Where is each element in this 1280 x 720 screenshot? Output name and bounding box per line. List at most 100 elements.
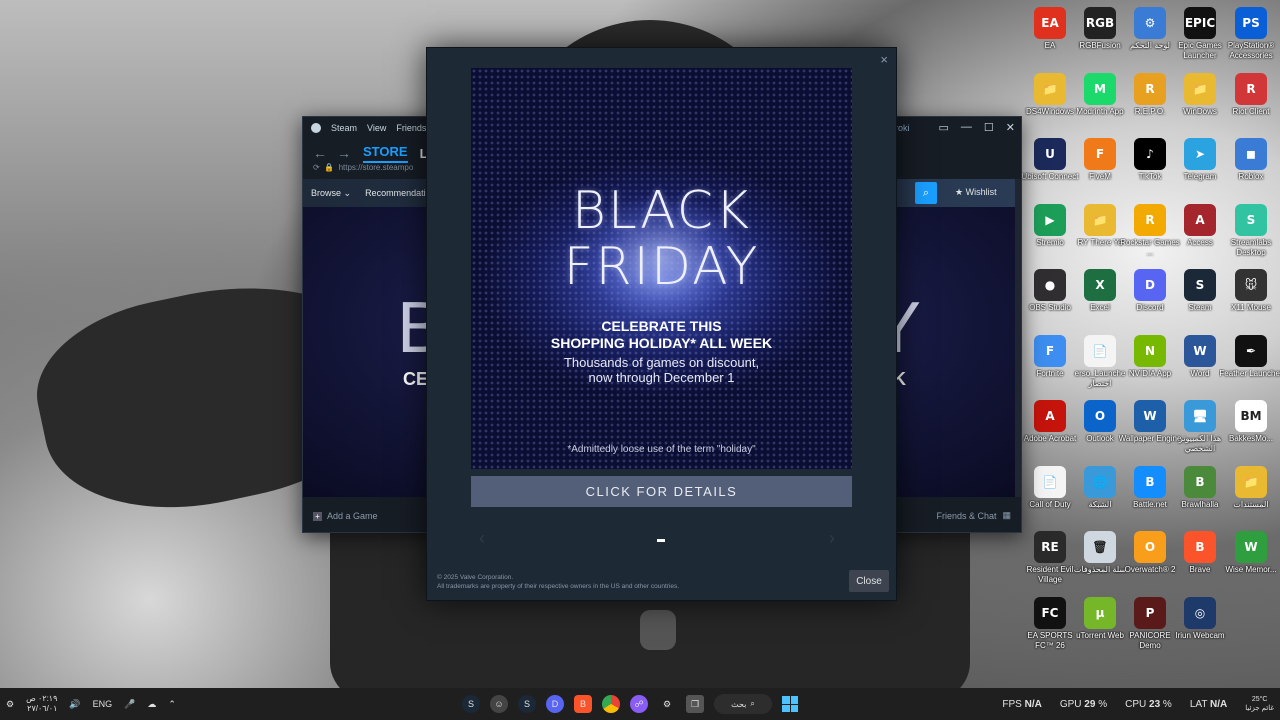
desktop-icon[interactable]: W Wise Memor... (1219, 526, 1280, 590)
copyright-notice: © 2025 Valve Corporation. All trademarks… (437, 573, 679, 591)
recommendations-menu[interactable]: Recommendatio (365, 188, 431, 198)
click-for-details-button[interactable]: CLICK FOR DETAILS (471, 476, 852, 507)
microphone-icon[interactable]: 🎤 (124, 699, 135, 710)
app-icon: F (1084, 138, 1116, 170)
app-icon: S (1184, 269, 1216, 301)
cpu-stat: CPU 23 % (1125, 699, 1172, 710)
app-icon: ➤ (1184, 138, 1216, 170)
desktop-icon-grid: EA EA RGB RGBFusion ⚙ لوحة التحكم EPIC Epic Gam… (1020, 0, 1280, 688)
steam-alt-taskbar-icon[interactable]: S (518, 695, 536, 713)
chrome-taskbar-icon[interactable] (602, 695, 620, 713)
brave-taskbar-icon[interactable]: B (574, 695, 592, 713)
gpu-unit: % (1098, 698, 1108, 710)
app-icon: W (1184, 334, 1216, 367)
app-icon: ♪ (1134, 138, 1166, 170)
reload-icon[interactable]: ⟳ (313, 163, 320, 172)
forward-arrow-icon[interactable]: → (337, 145, 351, 161)
discord-taskbar-icon[interactable]: D (546, 695, 564, 713)
settings-icon[interactable]: ⚙ (6, 699, 14, 710)
taskbar: ⚙ ٠٢:١٩ ص ٢٧/٠٦/٠١ 🔊 ENG 🎤 ☁ ⌃ S ☺ S D B… (0, 688, 1280, 720)
screen-icon[interactable]: ▭ (939, 121, 949, 134)
carousel-indicator[interactable] (657, 539, 665, 542)
close-window-button[interactable]: ✕ (1006, 121, 1015, 134)
desktop-icon[interactable]: ◼ Roblox (1219, 133, 1280, 197)
app-icon: EPIC (1184, 7, 1216, 39)
carousel-prev-arrow-icon[interactable]: ‹ (479, 528, 485, 549)
app-icon: 📄 (1084, 334, 1116, 367)
wishlist-button[interactable]: ★ Wishlist (955, 187, 997, 198)
url-bar[interactable]: ⟳ 🔒 https://store.steampo (313, 163, 413, 172)
menu-steam[interactable]: Steam (331, 123, 357, 133)
taskbar-search[interactable]: بحث ⌕ (714, 694, 772, 714)
desktop-icon[interactable]: 🐭 X11 Mouse (1219, 264, 1280, 328)
desktop-icon[interactable]: PS PlayStation® Accessories (1219, 2, 1280, 66)
add-game-button[interactable]: + Add a Game (313, 511, 378, 521)
app-icon: W (1134, 400, 1166, 432)
wishlist-label: Wishlist (965, 187, 997, 197)
maximize-button[interactable]: ☐ (984, 121, 994, 134)
desktop-icon-label: Streamlabs Desktop (1230, 237, 1272, 257)
cpu-unit: % (1162, 698, 1172, 710)
desktop-icon[interactable]: ✒ Feather Launcher (1219, 330, 1280, 394)
menu-view[interactable]: View (367, 123, 386, 133)
app-icon: ◎ (1184, 596, 1216, 629)
desktop-icon[interactable]: S Streamlabs Desktop (1219, 199, 1280, 263)
banner-title-line2: FRIDAY (563, 237, 760, 297)
app-icon: 🗑 (1084, 531, 1116, 563)
close-icon[interactable]: × (876, 50, 892, 69)
app-icon: 📁 (1084, 203, 1116, 236)
gpu-label: GPU (1059, 698, 1082, 710)
weather-widget[interactable]: 25°C غائم جزئيا (1245, 695, 1274, 713)
scrollbar[interactable] (1015, 179, 1021, 497)
language-indicator[interactable]: ENG (93, 699, 113, 709)
chevron-up-icon[interactable]: ⌃ (168, 699, 176, 710)
banner-subtext: Thousands of games on discount, now thro… (471, 355, 852, 385)
steam-taskbar-icon[interactable]: S (462, 695, 480, 713)
desktop-icon[interactable]: R Riot Client (1219, 68, 1280, 132)
app-icon: BM (1235, 400, 1267, 432)
search-icon[interactable]: ⌕ (915, 182, 937, 204)
desktop-icon[interactable]: BM BakkesMo... (1219, 395, 1280, 459)
window-controls: ▭ — ☐ ✕ (939, 121, 1016, 134)
app-icon: B (1184, 531, 1216, 563)
steam-username[interactable]: roki (895, 123, 910, 133)
cloud-icon[interactable]: ☁ (147, 699, 156, 710)
back-arrow-icon[interactable]: ← (313, 145, 327, 161)
app-icon: µ (1084, 596, 1116, 629)
windows-start-icon[interactable] (782, 696, 798, 712)
clock-date: ٢٧/٠٦/٠١ (27, 704, 58, 713)
desktop-icon-label: Iriun Webcam (1175, 630, 1225, 640)
friends-chat-label: Friends & Chat (936, 510, 997, 521)
banner-footnote: *Admittedly loose use of the term "holid… (567, 444, 756, 455)
subtext-line2: now through December 1 (588, 370, 735, 385)
menu-friends[interactable]: Friends (396, 123, 426, 133)
gear-taskbar-icon[interactable]: ⚙ (658, 695, 676, 713)
clock[interactable]: ٠٢:١٩ ص ٢٧/٠٦/٠١ (26, 694, 57, 714)
app-icon: FC (1034, 596, 1066, 629)
app-icon: 🖥 (1184, 400, 1216, 432)
minimize-button[interactable]: — (961, 121, 972, 134)
url-text: https://store.steampo (338, 163, 414, 172)
desktop-icon[interactable]: ◎ Iriun Webcam (1168, 592, 1232, 656)
chat-app-taskbar-icon[interactable]: ☍ (630, 695, 648, 713)
tab-store[interactable]: STORE (363, 144, 408, 163)
subtext-line1: Thousands of games on discount, (563, 355, 760, 370)
task-view-icon[interactable]: ❐ (686, 695, 704, 713)
search-label: بحث (731, 699, 747, 709)
close-button[interactable]: Close (849, 570, 889, 592)
carousel-next-arrow-icon[interactable]: › (829, 528, 835, 549)
browse-menu[interactable]: Browse ⌄ (311, 188, 351, 199)
friends-chat-button[interactable]: Friends & Chat ▦ (936, 510, 1011, 521)
volume-icon[interactable]: 🔊 (69, 699, 80, 710)
app-icon: EA (1034, 7, 1066, 39)
desktop-icon-label: Riot Client (1232, 106, 1270, 116)
app-icon: O (1084, 400, 1116, 432)
robot-taskbar-icon[interactable]: ☺ (490, 695, 508, 713)
fps-label: FPS (1002, 698, 1022, 710)
app-icon: M (1084, 72, 1116, 105)
gpu-value: 29 (1084, 698, 1096, 710)
app-icon: 🐭 (1235, 269, 1267, 301)
black-friday-banner[interactable]: BLACK FRIDAY CELEBRATE THIS SHOPPING HOL… (471, 68, 852, 469)
app-icon: R (1134, 72, 1166, 105)
desktop-icon[interactable]: 📁 المستندات (1219, 461, 1280, 525)
